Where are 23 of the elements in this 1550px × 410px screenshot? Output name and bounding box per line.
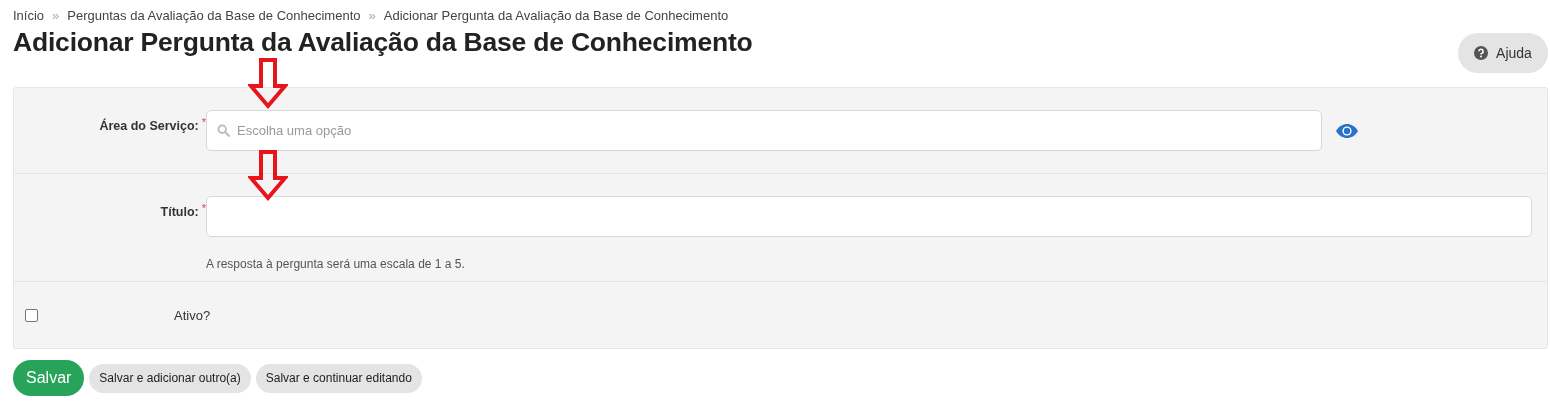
eye-icon [1335,122,1359,139]
action-button[interactable]: Salvar e adicionar outro(a) [89,363,251,393]
down-arrow-icon [248,150,288,202]
breadcrumb-separator: » [368,8,376,23]
help-icon [1474,46,1489,60]
select-field[interactable]: Escolha uma opção [206,110,1322,151]
required-mark: * [201,202,206,214]
breadcrumb-link[interactable]: Início [13,8,45,23]
field-label: Área do Serviço: [99,119,199,133]
checkbox[interactable] [25,308,38,322]
required-mark: * [201,116,206,128]
breadcrumb-current: Adicionar Pergunta da Avaliação da Base de Conhecimento [383,8,729,23]
breadcrumb-link[interactable]: Perguntas da Avaliação da Base de Conhecimento [67,8,361,23]
help-button[interactable]: Ajuda [1458,33,1548,73]
search-icon [217,124,230,137]
breadcrumb-separator: » [52,8,60,23]
down-arrow-icon [248,58,288,110]
field-label: Título: [160,205,199,219]
text-input[interactable] [206,196,1532,237]
help-text: A resposta à pergunta será uma escala de 1 a 5. [206,257,466,271]
page-title: Adicionar Pergunta da Avaliação da Base de Conhecimento [13,27,753,58]
action-button[interactable]: Salvar e continuar editando [255,363,422,393]
field-label: Ativo? [174,307,211,323]
